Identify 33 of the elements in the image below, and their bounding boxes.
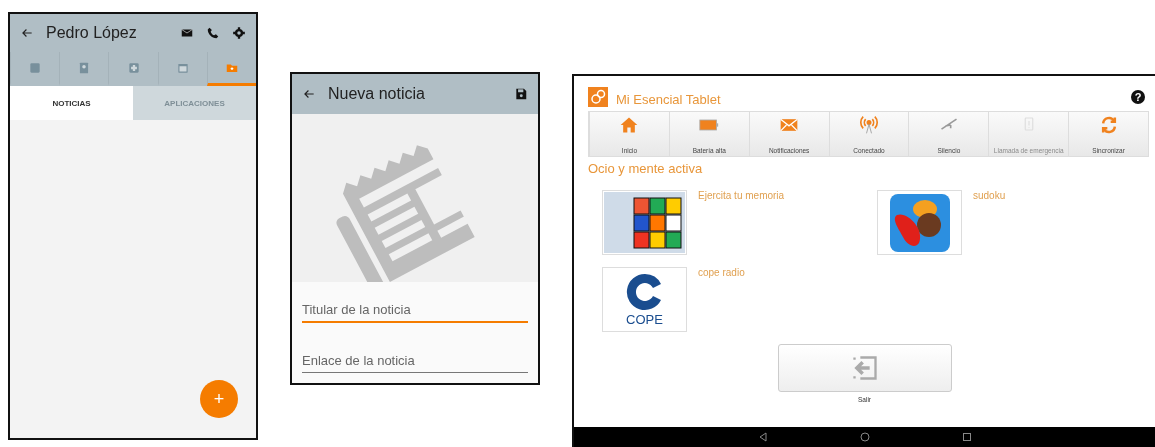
app-logo-icon bbox=[588, 86, 608, 107]
tab[interactable]: NOTICIAS bbox=[10, 86, 133, 120]
square-icon bbox=[960, 431, 973, 443]
logo-text: COPE bbox=[626, 312, 663, 327]
save-button[interactable] bbox=[514, 87, 528, 101]
app-thumbnail[interactable] bbox=[877, 190, 962, 255]
arrow-left-icon bbox=[302, 87, 316, 101]
settings-icon bbox=[232, 26, 246, 40]
app-title: Mi Esencial Tablet bbox=[616, 92, 722, 107]
help-button[interactable]: ? bbox=[1131, 89, 1145, 104]
call-button[interactable] bbox=[206, 26, 220, 40]
mail-button[interactable] bbox=[180, 26, 194, 40]
phone-icon bbox=[206, 26, 220, 40]
exit-arrow-icon bbox=[850, 354, 879, 382]
settings-button[interactable] bbox=[232, 26, 246, 40]
section-title: Ocio y mente activa bbox=[588, 161, 704, 176]
recents-nav-button[interactable] bbox=[960, 431, 973, 443]
screen-title: Pedro López bbox=[46, 24, 138, 42]
medical-cross-icon bbox=[126, 60, 141, 75]
home-nav-button[interactable] bbox=[858, 431, 871, 443]
input-field[interactable]: Enlace de la noticia bbox=[302, 349, 528, 373]
back-button[interactable] bbox=[302, 87, 316, 101]
candy-picture bbox=[888, 192, 951, 253]
app-thumbnail[interactable]: COPE bbox=[602, 267, 687, 332]
circle-icon bbox=[858, 431, 871, 443]
arrow-left-icon bbox=[20, 26, 34, 40]
card-icon bbox=[28, 60, 43, 75]
back-arrow-icon[interactable] bbox=[20, 26, 34, 40]
home-icon bbox=[619, 115, 640, 135]
screen-title: Nueva noticia bbox=[328, 85, 426, 103]
envelope-icon bbox=[180, 26, 194, 40]
input-field[interactable]: Titular de la noticia bbox=[302, 298, 528, 323]
antenna-icon bbox=[859, 115, 879, 135]
